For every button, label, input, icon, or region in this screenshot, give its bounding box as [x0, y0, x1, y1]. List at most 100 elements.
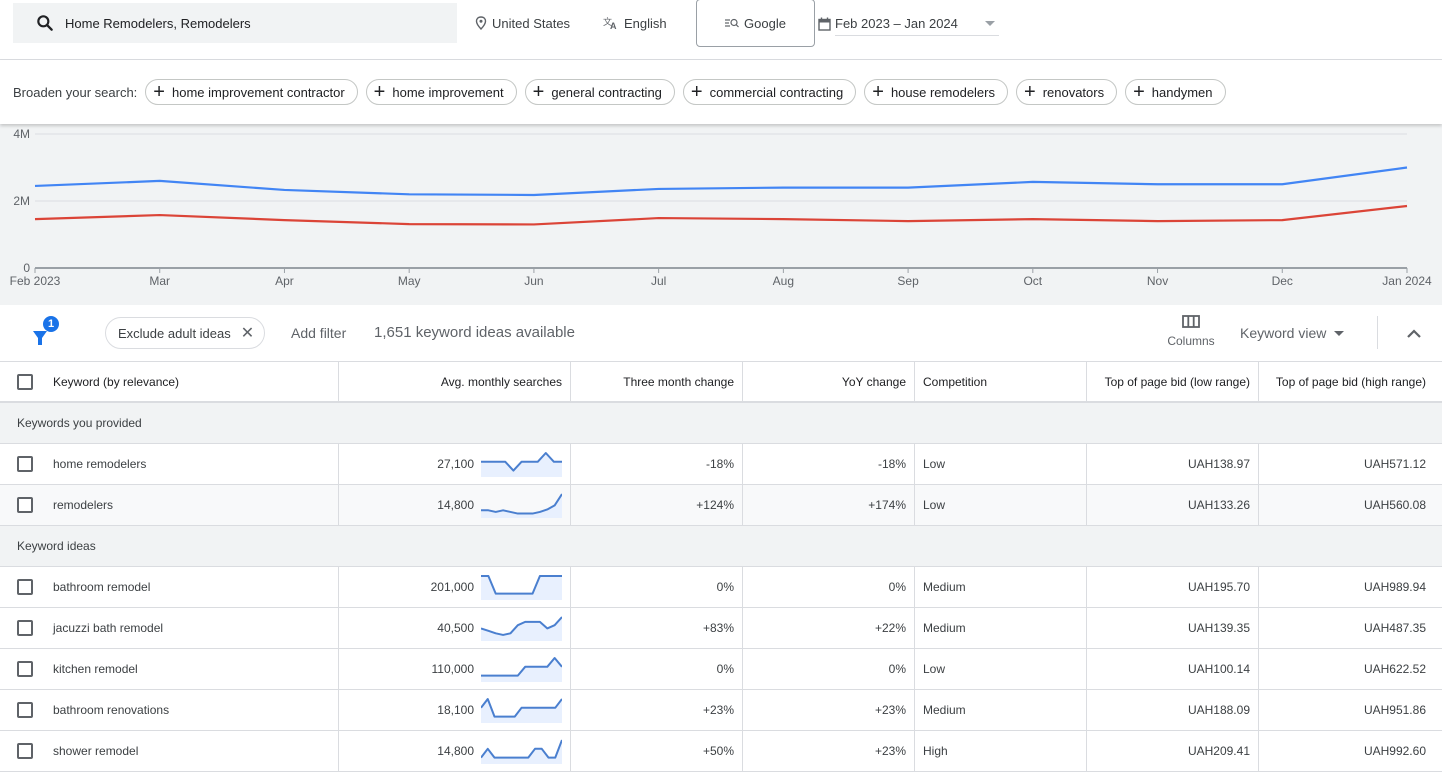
broaden-chip[interactable]: +house remodelers: [864, 79, 1008, 105]
competition-cell: Low: [915, 485, 1087, 525]
search-value: Home Remodelers, Remodelers: [65, 16, 251, 31]
row-checkbox[interactable]: [17, 579, 33, 595]
chevron-up-icon[interactable]: [1402, 323, 1426, 343]
avg-searches-cell: 110,000: [339, 649, 571, 689]
row-checkbox[interactable]: [17, 661, 33, 677]
table-row[interactable]: home remodelers 27,100 -18% -18% Low UAH…: [0, 444, 1442, 485]
table-row[interactable]: jacuzzi bath remodel 40,500 +83% +22% Me…: [0, 608, 1442, 649]
yoy-value: +23%: [875, 703, 906, 717]
bid-high-value: UAH951.86: [1364, 703, 1426, 717]
yoy-cell: 0%: [743, 567, 915, 607]
broaden-chip[interactable]: +commercial contracting: [683, 79, 856, 105]
broaden-chip[interactable]: +home improvement contractor: [145, 79, 357, 105]
dropdown-caret-icon: [985, 21, 995, 26]
bid-low-cell: UAH100.14: [1087, 649, 1259, 689]
keyword-view-dropdown[interactable]: Keyword view: [1240, 325, 1344, 341]
header-competition[interactable]: Competition: [915, 362, 1087, 401]
location-selector[interactable]: United States: [475, 14, 570, 32]
close-icon[interactable]: ✕: [241, 323, 254, 343]
add-filter-button[interactable]: Add filter: [291, 325, 346, 341]
broaden-search-bar: Broaden your search: +home improvement c…: [0, 60, 1442, 124]
header-label: YoY change: [842, 375, 906, 389]
x-tick-label: Dec: [1272, 274, 1293, 288]
sparkline-area: [481, 740, 562, 764]
header-yoy-change[interactable]: YoY change: [743, 362, 915, 401]
yoy-cell: 0%: [743, 649, 915, 689]
trend-sparkline: [481, 492, 562, 518]
avg-searches-value: 14,800: [437, 498, 474, 512]
keyword-text: bathroom renovations: [53, 703, 169, 717]
bid-high-value: UAH487.35: [1364, 621, 1426, 635]
trend-sparkline: [481, 697, 562, 723]
bid-low-cell: UAH209.41: [1087, 731, 1259, 771]
keyword-cell: shower remodel: [0, 731, 339, 771]
keyword-ideas-count: 1,651 keyword ideas available: [374, 324, 575, 341]
search-icon: [35, 13, 55, 33]
competition-cell: Medium: [915, 690, 1087, 730]
header-label: Top of page bid (low range): [1105, 375, 1250, 389]
broaden-chip[interactable]: +home improvement: [366, 79, 517, 105]
columns-button[interactable]: Columns: [1162, 315, 1220, 348]
table-row[interactable]: remodelers 14,800 +124% +174% Low UAH133…: [0, 485, 1442, 526]
filter-button[interactable]: 1: [30, 317, 62, 349]
chip-label: home improvement contractor: [172, 85, 345, 100]
broaden-chip[interactable]: +handymen: [1125, 79, 1225, 105]
yoy-cell: +23%: [743, 690, 915, 730]
table-row[interactable]: shower remodel 14,800 +50% +23% High UAH…: [0, 731, 1442, 772]
broaden-chip[interactable]: +renovators: [1016, 79, 1117, 105]
row-checkbox[interactable]: [17, 456, 33, 472]
header-label: Competition: [923, 375, 987, 389]
header-avg-monthly-searches[interactable]: Avg. monthly searches: [339, 362, 571, 401]
row-checkbox[interactable]: [17, 702, 33, 718]
avg-searches-cell: 27,100: [339, 444, 571, 484]
bid-high-cell: UAH560.08: [1259, 485, 1442, 525]
x-tick-label: Sep: [897, 274, 919, 288]
header-three-month-change[interactable]: Three month change: [571, 362, 743, 401]
bid-high-cell: UAH989.94: [1259, 567, 1442, 607]
avg-searches-value: 18,100: [437, 703, 474, 717]
trend-sparkline: [481, 656, 562, 682]
bid-high-cell: UAH622.52: [1259, 649, 1442, 689]
avg-searches-value: 27,100: [437, 457, 474, 471]
keyword-search-field[interactable]: Home Remodelers, Remodelers: [13, 3, 457, 43]
bid-high-value: UAH571.12: [1364, 457, 1426, 471]
competition-value: Low: [923, 457, 945, 471]
table-row[interactable]: bathroom renovations 18,100 +23% +23% Me…: [0, 690, 1442, 731]
trend-sparkline: [481, 615, 562, 641]
header-label: Keyword (by relevance): [53, 375, 179, 389]
row-checkbox[interactable]: [17, 620, 33, 636]
language-selector[interactable]: 文A English: [603, 14, 667, 32]
table-row[interactable]: kitchen remodel 110,000 0% 0% Low UAH100…: [0, 649, 1442, 690]
trend-sparkline: [481, 738, 562, 764]
date-range-selector[interactable]: Feb 2023 – Jan 2024: [818, 12, 999, 36]
avg-searches-cell: 40,500: [339, 608, 571, 648]
select-all-checkbox[interactable]: [17, 374, 33, 390]
location-label: United States: [492, 16, 570, 31]
trend-sparkline: [481, 574, 562, 600]
three-month-cell: +23%: [571, 690, 743, 730]
x-tick-label: Apr: [275, 274, 294, 288]
bid-high-value: UAH560.08: [1364, 498, 1426, 512]
row-checkbox[interactable]: [17, 743, 33, 759]
competition-value: Medium: [923, 621, 966, 635]
bid-high-cell: UAH992.60: [1259, 731, 1442, 771]
yoy-value: +174%: [868, 498, 906, 512]
dropdown-caret-icon: [1334, 331, 1344, 336]
search-network-selector[interactable]: Google: [696, 0, 815, 47]
chip-label: renovators: [1043, 85, 1104, 100]
row-checkbox[interactable]: [17, 497, 33, 513]
date-range-field[interactable]: Feb 2023 – Jan 2024: [835, 12, 999, 36]
exclude-adult-ideas-chip[interactable]: Exclude adult ideas ✕: [105, 317, 265, 349]
header-label: Top of page bid (high range): [1276, 375, 1426, 389]
filter-count-badge: 1: [43, 316, 59, 332]
y-tick-label: 4M: [13, 127, 30, 141]
header-keyword[interactable]: Keyword (by relevance): [0, 362, 339, 401]
avg-searches-cell: 201,000: [339, 567, 571, 607]
competition-cell: High: [915, 731, 1087, 771]
header-bid-low[interactable]: Top of page bid (low range): [1087, 362, 1259, 401]
header-bid-high[interactable]: Top of page bid (high range): [1259, 362, 1442, 401]
keyword-text: shower remodel: [53, 744, 138, 758]
broaden-chip[interactable]: +general contracting: [525, 79, 675, 105]
series-line-mobile-searches: [35, 206, 1407, 224]
table-row[interactable]: bathroom remodel 201,000 0% 0% Medium UA…: [0, 567, 1442, 608]
